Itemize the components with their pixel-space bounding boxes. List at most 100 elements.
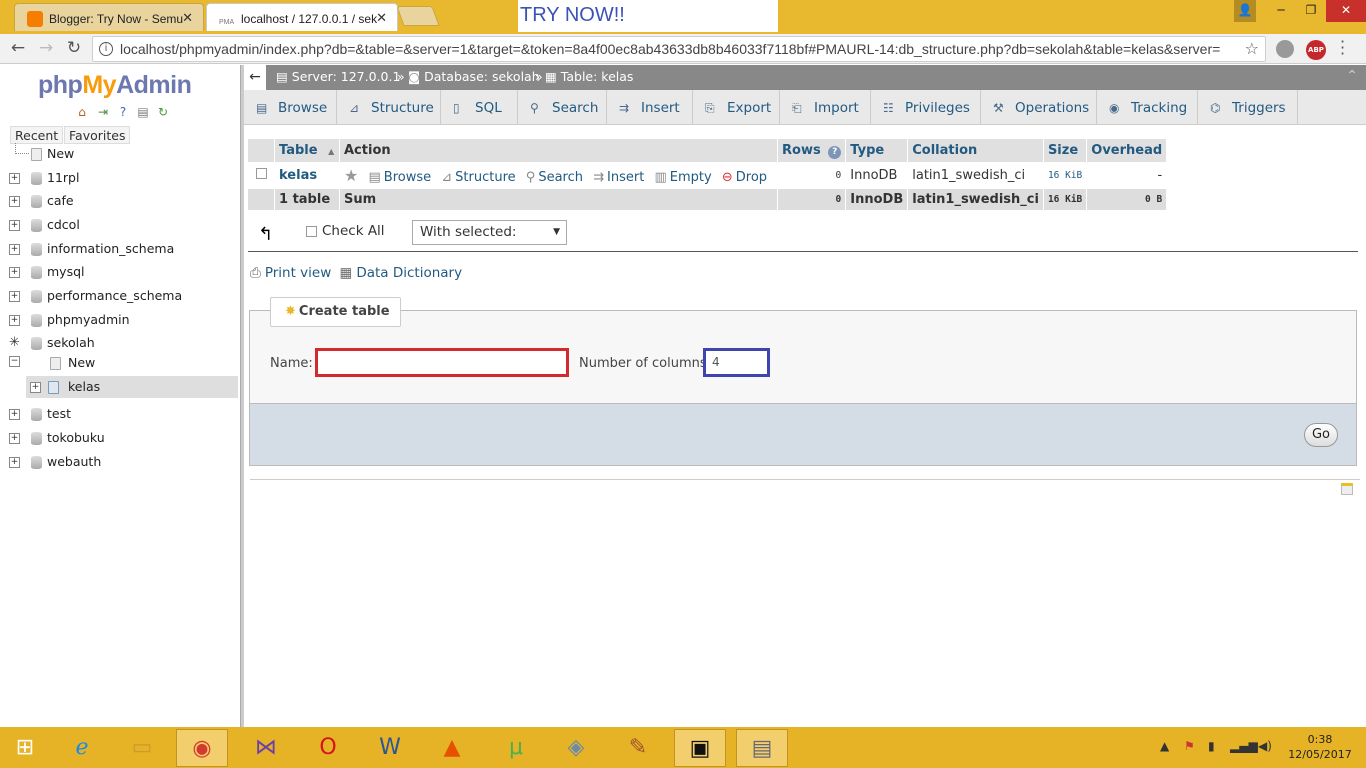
help-icon[interactable]: ? xyxy=(828,145,842,159)
signal-icon[interactable]: ▂▄▆ xyxy=(1230,739,1258,753)
collapse-icon[interactable]: − xyxy=(9,356,20,367)
action-search[interactable]: Search xyxy=(538,170,583,185)
go-button[interactable]: Go xyxy=(1304,423,1338,447)
show-hidden-icons-icon[interactable]: ▲ xyxy=(1160,739,1169,753)
expand-icon[interactable]: + xyxy=(30,382,41,393)
data-dictionary-link[interactable]: Data Dictionary xyxy=(356,265,462,281)
paint-icon[interactable]: ✎ xyxy=(612,729,664,767)
help-icon[interactable]: ? xyxy=(116,105,130,119)
address-bar[interactable]: i localhost/phpmyadmin/index.php?db=&tab… xyxy=(92,36,1266,62)
close-tab-icon[interactable]: ✕ xyxy=(376,10,387,26)
logout-icon[interactable]: ⇥ xyxy=(96,105,110,119)
tab-structure[interactable]: ⊿ Structure xyxy=(337,90,441,125)
internet-explorer-icon[interactable]: ℯ xyxy=(56,729,108,767)
action-drop[interactable]: Drop xyxy=(736,170,767,185)
close-tab-icon[interactable]: ✕ xyxy=(182,10,193,26)
tab-operations[interactable]: ⚒ Operations xyxy=(981,90,1097,125)
tab-search[interactable]: ⚲ Search xyxy=(518,90,607,125)
action-empty[interactable]: Empty xyxy=(670,170,712,185)
url-text[interactable]: localhost/phpmyadmin/index.php?db=&table… xyxy=(120,41,1240,57)
breadcrumb-table[interactable]: ▦ Table: kelas xyxy=(545,69,633,84)
tab-tracking[interactable]: ◉ Tracking xyxy=(1097,90,1198,125)
tab-import[interactable]: ⎗ Import xyxy=(780,90,871,125)
expand-icon[interactable]: + xyxy=(9,291,20,302)
info-icon[interactable]: i xyxy=(99,42,113,56)
expand-icon[interactable]: + xyxy=(9,267,20,278)
close-window-button[interactable]: ✕ xyxy=(1326,0,1366,22)
back-arrow-icon[interactable]: ← xyxy=(244,65,266,90)
tab-favorites[interactable]: Favorites xyxy=(64,126,131,144)
vlc-icon[interactable]: ▲ xyxy=(426,729,478,767)
sidebar-item-kelas[interactable]: + kelas xyxy=(26,376,238,398)
sidebar-item-cafe[interactable]: + cafe xyxy=(0,190,240,212)
phpmyadmin-logo[interactable]: phpMyAdmin xyxy=(38,71,192,100)
sidebar-item-11rpl[interactable]: + 11rpl xyxy=(0,167,240,189)
check-all-checkbox[interactable] xyxy=(306,226,317,237)
sidebar-item-tokobuku[interactable]: + tokobuku xyxy=(0,427,240,449)
bookmark-star-icon[interactable]: ☆ xyxy=(1245,39,1259,58)
column-header-table[interactable]: Table ▲ xyxy=(274,138,340,163)
tab-insert[interactable]: ⇉ Insert xyxy=(607,90,693,125)
clock[interactable]: 0:38 12/05/2017 xyxy=(1284,732,1356,762)
print-view-link[interactable]: Print view xyxy=(265,265,331,281)
minimize-button[interactable]: ─ xyxy=(1266,0,1296,22)
back-arrow-icon[interactable]: ← xyxy=(6,37,30,59)
visual-studio-icon[interactable]: ⋈ xyxy=(240,729,292,767)
tree-item-new-table[interactable]: − New xyxy=(0,352,240,374)
check-all-label[interactable]: Check All xyxy=(322,223,385,239)
table-name-cell[interactable]: kelas xyxy=(274,162,340,189)
size-cell[interactable]: 16 KiB xyxy=(1042,162,1088,189)
action-structure[interactable]: Structure xyxy=(455,170,515,185)
with-selected-dropdown[interactable]: With selected: ▼ xyxy=(412,220,567,245)
tab-export[interactable]: ⎘ Export xyxy=(693,90,780,125)
tab-privileges[interactable]: ☷ Privileges xyxy=(871,90,981,125)
expand-icon[interactable]: + xyxy=(9,196,20,207)
sidebar-item-mysql[interactable]: + mysql xyxy=(0,261,240,283)
reload-icon[interactable]: ↻ xyxy=(62,37,86,59)
tree-item-new-database[interactable]: New xyxy=(0,143,240,165)
collapse-icon[interactable]: ⌃ xyxy=(1346,68,1358,84)
expand-icon[interactable]: + xyxy=(9,409,20,420)
tab-triggers[interactable]: ⌬ Triggers xyxy=(1198,90,1298,125)
expand-icon[interactable]: + xyxy=(9,220,20,231)
breadcrumb-database[interactable]: ◙ Database: sekolah xyxy=(408,69,540,84)
chrome-icon[interactable]: ◉ xyxy=(176,729,228,767)
browser-tab-blogger[interactable]: Blogger: Try Now - Semu ✕ xyxy=(14,3,204,31)
opera-icon[interactable]: O xyxy=(302,729,354,767)
volume-icon[interactable]: ◀) xyxy=(1258,739,1272,753)
network-flag-icon[interactable]: ⚑ xyxy=(1184,739,1195,753)
expand-icon[interactable]: + xyxy=(9,315,20,326)
home-icon[interactable]: ⌂ xyxy=(75,105,89,119)
adblock-icon[interactable]: ABP xyxy=(1306,40,1326,60)
favorite-star-icon[interactable]: ★ xyxy=(344,166,358,185)
action-browse[interactable]: Browse xyxy=(384,170,431,185)
expand-icon[interactable]: + xyxy=(9,457,20,468)
breadcrumb-server[interactable]: ▤ Server: 127.0.0.1 xyxy=(276,69,400,84)
docs-icon[interactable]: ▤ xyxy=(136,105,150,119)
sidebar-item-test[interactable]: + test xyxy=(0,403,240,425)
start-button[interactable]: ⊞ xyxy=(0,729,50,767)
sidebar-item-sekolah[interactable]: ✳ sekolah xyxy=(0,332,240,354)
forward-arrow-icon[interactable]: → xyxy=(34,37,58,59)
user-icon[interactable]: 👤 xyxy=(1234,0,1256,22)
task-manager-icon[interactable]: ▤ xyxy=(736,729,788,767)
sidebar-item-information-schema[interactable]: + information_schema xyxy=(0,238,240,260)
column-header-collation[interactable]: Collation xyxy=(907,138,1044,163)
utorrent-icon[interactable]: μ xyxy=(490,729,542,767)
reload-navigation-icon[interactable]: ↻ xyxy=(156,105,170,119)
tab-browse[interactable]: ▤ Browse xyxy=(244,90,337,125)
menu-icon[interactable]: · · · xyxy=(1340,34,1345,62)
column-header-overhead[interactable]: Overhead xyxy=(1086,138,1168,163)
sidebar-item-cdcol[interactable]: + cdcol xyxy=(0,214,240,236)
maximize-button[interactable]: ❐ xyxy=(1296,0,1326,22)
app-icon[interactable]: ◈ xyxy=(550,729,602,767)
number-of-columns-input[interactable]: 4 xyxy=(703,348,770,377)
sidebar-item-webauth[interactable]: + webauth xyxy=(0,451,240,473)
row-checkbox[interactable] xyxy=(255,168,267,179)
column-header-type[interactable]: Type xyxy=(845,138,909,163)
tab-recent[interactable]: Recent xyxy=(10,126,64,144)
sidebar-item-performance-schema[interactable]: + performance_schema xyxy=(0,285,240,307)
file-explorer-icon[interactable]: ▭ xyxy=(116,729,168,767)
expand-icon[interactable]: + xyxy=(9,433,20,444)
tab-sql[interactable]: ▯ SQL xyxy=(441,90,518,125)
